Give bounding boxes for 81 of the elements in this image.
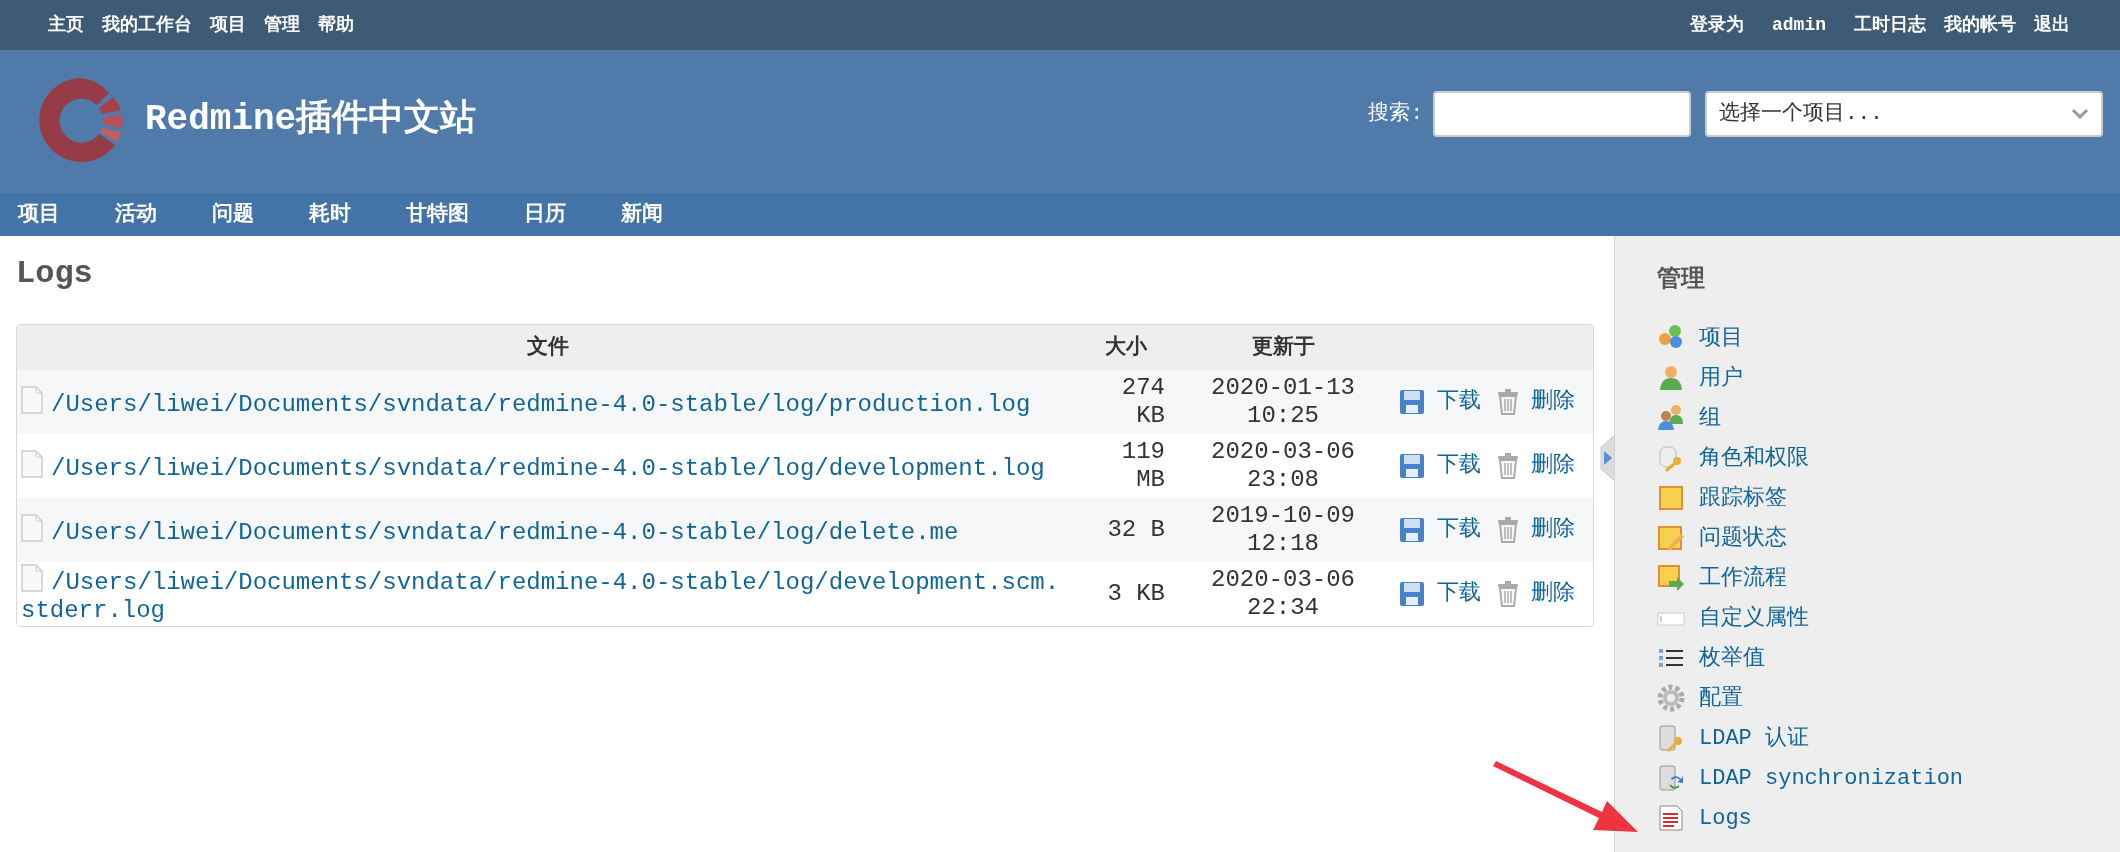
sidebar-link[interactable]: 自定义属性 (1657, 601, 1809, 635)
sidebar-link[interactable]: LDAP synchronization (1657, 761, 1964, 795)
file-link[interactable]: /Users/liwei/Documents/svndata/redmine-4.0-stable/log/development.scm.stderr.log (21, 563, 1068, 625)
document-lines-icon (1657, 804, 1685, 832)
delete-link[interactable]: 删除 (1497, 388, 1575, 416)
delete-link[interactable]: 删除 (1497, 580, 1575, 608)
date-cell: 2019-10-09 12:18 (1173, 498, 1393, 562)
sidebar-link[interactable]: 问题状态 (1657, 521, 1787, 555)
group-icon (1657, 404, 1685, 432)
main-menu-tab[interactable]: 甘特图 (406, 198, 469, 231)
note-icon (1657, 484, 1685, 512)
sidebar-link[interactable]: 项目 (1657, 321, 1743, 355)
sidebar-link[interactable]: Logs (1657, 801, 1752, 835)
note-arrow-icon (1657, 564, 1685, 592)
main-menu-tab[interactable]: 项目 (18, 198, 60, 231)
column-header: 文件 (17, 325, 1078, 370)
top-menu-link[interactable]: 帮助 (318, 11, 354, 39)
top-menu-link[interactable]: 工时日志 (1854, 11, 1926, 39)
top-menu-link[interactable]: 我的工作台 (102, 11, 192, 39)
download-link[interactable]: 下载 (1399, 388, 1481, 416)
project-select[interactable]: 选择一个项目... (1705, 91, 2103, 137)
sidebar-link[interactable]: LDAP 认证 (1657, 721, 1809, 755)
file-icon (21, 449, 43, 478)
size-cell: 32 B (1078, 498, 1173, 562)
sidebar-toggle[interactable] (1599, 435, 1615, 481)
save-icon (1399, 453, 1425, 479)
top-menu-link[interactable]: 我的帐号 (1944, 11, 2016, 39)
search-label: 搜索: (1368, 100, 1423, 128)
delete-link[interactable]: 删除 (1497, 452, 1575, 480)
save-icon (1399, 389, 1425, 415)
sidebar-link[interactable]: 配置 (1657, 681, 1743, 715)
main-menu-tab[interactable]: 活动 (115, 198, 157, 231)
download-link[interactable]: 下载 (1399, 452, 1481, 480)
trash-icon (1497, 517, 1519, 543)
main-menu-tab[interactable]: 新闻 (621, 198, 663, 231)
page-title: Logs (16, 254, 94, 294)
sidebar-link[interactable]: 用户 (1657, 361, 1743, 395)
file-link[interactable]: /Users/liwei/Documents/svndata/redmine-4.0-stable/log/development.log (21, 449, 1068, 483)
delete-link[interactable]: 删除 (1497, 516, 1575, 544)
top-menu-link[interactable]: 项目 (210, 11, 246, 39)
save-icon (1399, 517, 1425, 543)
file-icon (21, 385, 43, 414)
sidebar-link[interactable]: 角色和权限 (1657, 441, 1809, 475)
download-link[interactable]: 下载 (1399, 516, 1481, 544)
pencil-note-icon (1657, 524, 1685, 552)
trash-icon (1497, 581, 1519, 607)
trash-icon (1497, 453, 1519, 479)
file-link[interactable]: /Users/liwei/Documents/svndata/redmine-4.0-stable/log/delete.me (21, 513, 1068, 547)
search-field[interactable] (1433, 91, 1691, 137)
size-cell: 119 MB (1078, 434, 1173, 498)
size-cell: 274 KB (1078, 370, 1173, 434)
size-cell: 3 KB (1078, 562, 1173, 626)
top-menu-link[interactable]: 退出 (2034, 11, 2070, 39)
main-menu-tab[interactable]: 耗时 (309, 198, 351, 231)
logged-in-label: 登录为 (1690, 13, 1744, 37)
sidebar-link[interactable]: 工作流程 (1657, 561, 1787, 595)
sidebar-link[interactable]: 跟踪标签 (1657, 481, 1787, 515)
sidebar-link[interactable]: 组 (1657, 401, 1721, 435)
server-key-icon (1657, 724, 1685, 752)
main-menu-tab[interactable]: 日历 (524, 198, 566, 231)
trash-icon (1497, 389, 1519, 415)
file-icon (21, 513, 43, 542)
user-icon (1657, 364, 1685, 392)
user-link[interactable]: admin (1772, 11, 1826, 39)
column-header: 更新于 (1173, 325, 1393, 370)
sidebar-title: 管理 (1657, 265, 1706, 295)
site-title: Redmine插件中文站 (145, 97, 477, 142)
top-menu-link[interactable]: 管理 (264, 11, 300, 39)
server-sync-icon (1657, 764, 1685, 792)
column-header: 大小 (1078, 325, 1173, 370)
chevron-down-icon (2071, 108, 2089, 120)
date-cell: 2020-03-06 23:08 (1173, 434, 1393, 498)
sidebar-link[interactable]: 枚举值 (1657, 641, 1765, 675)
top-menu-link[interactable]: 主页 (48, 11, 84, 39)
file-link[interactable]: /Users/liwei/Documents/svndata/redmine-4.0-stable/log/production.log (21, 385, 1068, 419)
save-icon (1399, 581, 1425, 607)
gear-icon (1657, 684, 1685, 712)
date-cell: 2020-03-06 22:34 (1173, 562, 1393, 626)
main-menu-tab[interactable]: 问题 (212, 198, 254, 231)
download-link[interactable]: 下载 (1399, 580, 1481, 608)
date-cell: 2020-01-13 10:25 (1173, 370, 1393, 434)
